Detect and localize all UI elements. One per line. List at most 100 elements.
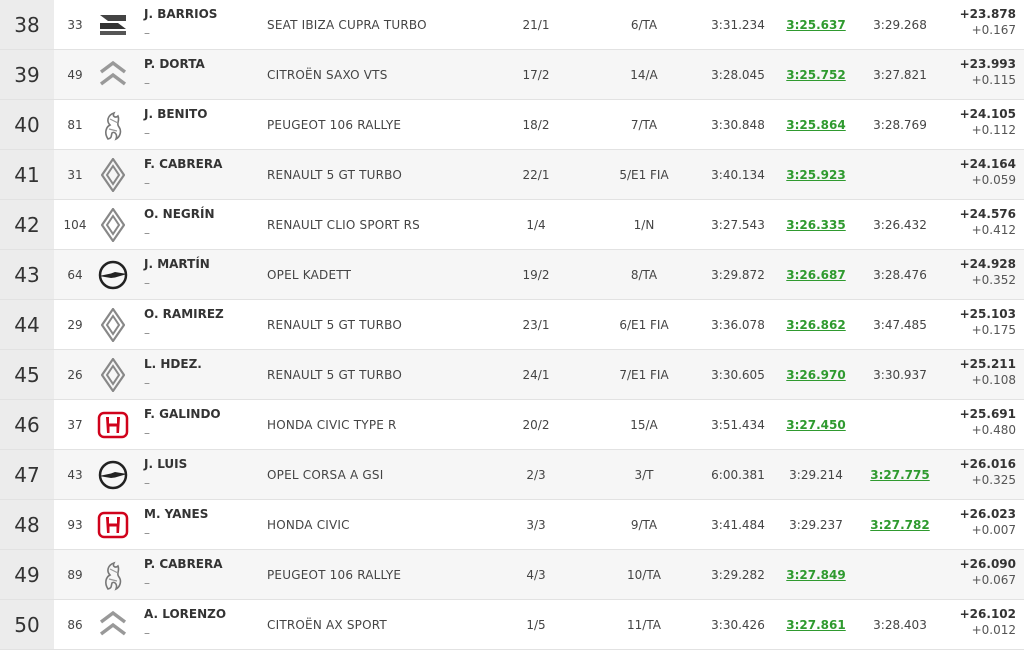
codriver-name: –: [144, 626, 150, 640]
class-position: 15/A: [630, 417, 658, 432]
car-model: RENAULT 5 GT TURBO: [267, 367, 403, 382]
car-model: RENAULT CLIO SPORT RS: [267, 217, 420, 232]
time-pass-3: 3:27.775: [870, 467, 930, 482]
citroen-logo-icon: [96, 608, 130, 642]
car-model: CITROËN SAXO VTS: [267, 67, 388, 82]
result-row[interactable]: 49 89 P. CABRERA – PEUGEOT 106 RALLYE 4/3 10/T…: [0, 550, 1024, 600]
gap-block: +25.103 +0.175: [960, 306, 1016, 338]
driver-name[interactable]: P. CABRERA: [144, 557, 223, 571]
time-pass-1: 3:29.282: [711, 567, 765, 582]
result-row[interactable]: 39 49 P. DORTA – CITROËN SAXO VTS 17/2 14/A 3:2…: [0, 50, 1024, 100]
driver-name[interactable]: M. YANES: [144, 507, 208, 521]
gap-to-leader: +25.691: [959, 407, 1016, 421]
result-row[interactable]: 48 93 M. YANES – HONDA CIVIC 3/3 9/TA 3:41.484 3…: [0, 500, 1024, 550]
time-pass-3: 3:27.821: [873, 67, 927, 82]
overall-position: 3/3: [526, 517, 546, 532]
class-position: 11/TA: [627, 617, 661, 632]
result-row[interactable]: 40 81 J. BENITO – PEUGEOT 106 RALLYE 18/2 7/TA…: [0, 100, 1024, 150]
time-pass-3: 3:28.476: [873, 267, 927, 282]
class-position: 9/TA: [630, 517, 658, 532]
overall-position: 24/1: [522, 367, 550, 382]
car-model: PEUGEOT 106 RALLYE: [267, 117, 402, 132]
time-pass-2: 3:29.214: [789, 467, 843, 482]
class-position: 6/E1 FIA: [619, 317, 669, 332]
class-position: 7/TA: [630, 117, 658, 132]
overall-position: 17/2: [522, 67, 550, 82]
overall-position: 1/5: [526, 617, 546, 632]
time-pass-3: 3:27.782: [870, 517, 930, 532]
driver-name[interactable]: L. HDEZ.: [144, 357, 202, 371]
gap-block: +25.691 +0.480: [960, 406, 1016, 438]
peugeot-logo-icon: [96, 558, 130, 592]
overall-position: 23/1: [522, 317, 550, 332]
car-model: HONDA CIVIC: [267, 517, 350, 532]
result-row[interactable]: 41 31 F. CABRERA – RENAULT 5 GT TURBO 22/1 5/E…: [0, 150, 1024, 200]
driver-name[interactable]: F. GALINDO: [144, 407, 221, 421]
renault-logo-icon: [96, 208, 130, 242]
gap-to-previous: +0.115: [971, 73, 1016, 87]
overall-position: 22/1: [522, 167, 550, 182]
gap-to-leader: +26.090: [959, 557, 1016, 571]
time-pass-2: 3:26.862: [786, 317, 846, 332]
time-pass-1: 3:30.848: [711, 117, 765, 132]
result-row[interactable]: 47 43 J. LUIS – OPEL CORSA A GSI 2/3 3/T 6:00.3…: [0, 450, 1024, 500]
driver-name[interactable]: J. BENITO: [144, 107, 207, 121]
class-position: 8/TA: [630, 267, 658, 282]
codriver-name: –: [144, 576, 150, 590]
gap-block: +24.105 +0.112: [960, 106, 1016, 138]
citroen-logo-icon: [96, 58, 130, 92]
car-number: 49: [67, 67, 83, 82]
driver-name[interactable]: A. LORENZO: [144, 607, 226, 621]
time-pass-2: 3:25.864: [786, 117, 846, 132]
time-pass-1: 3:29.872: [711, 267, 765, 282]
position: 44: [0, 300, 54, 349]
time-pass-2: 3:25.923: [786, 167, 846, 182]
driver-name[interactable]: F. CABRERA: [144, 157, 222, 171]
driver-name[interactable]: O. NEGRÍN: [144, 207, 215, 221]
gap-to-leader: +24.105: [959, 107, 1016, 121]
overall-position: 21/1: [522, 17, 550, 32]
car-number: 81: [67, 117, 83, 132]
time-pass-1: 3:30.605: [711, 367, 765, 382]
time-pass-2: 3:27.849: [786, 567, 846, 582]
time-pass-1: 3:31.234: [711, 17, 765, 32]
honda-logo-icon: [96, 508, 130, 542]
gap-to-previous: +0.112: [971, 123, 1016, 137]
time-pass-1: 3:40.134: [711, 167, 765, 182]
result-row[interactable]: 50 86 A. LORENZO – CITROËN AX SPORT 1/5 11/TA 3…: [0, 600, 1024, 650]
class-position: 3/T: [634, 467, 654, 482]
gap-block: +23.993 +0.115: [960, 56, 1016, 88]
driver-name[interactable]: J. MARTÍN: [144, 257, 210, 271]
position: 45: [0, 350, 54, 399]
class-position: 6/TA: [630, 17, 658, 32]
result-row[interactable]: 43 64 J. MARTÍN – OPEL KADETT 19/2 8/TA 3:29.87…: [0, 250, 1024, 300]
gap-to-leader: +23.993: [959, 57, 1016, 71]
gap-to-previous: +0.108: [971, 373, 1016, 387]
codriver-name: –: [144, 76, 150, 90]
driver-name[interactable]: P. DORTA: [144, 57, 205, 71]
driver-name[interactable]: J. BARRIOS: [144, 7, 217, 21]
result-row[interactable]: 46 37 F. GALINDO – HONDA CIVIC TYPE R 20/2 15/…: [0, 400, 1024, 450]
result-row[interactable]: 42 104 O. NEGRÍN – RENAULT CLIO SPORT RS 1/4 1…: [0, 200, 1024, 250]
codriver-name: –: [144, 276, 150, 290]
gap-to-previous: +0.175: [971, 323, 1016, 337]
result-row[interactable]: 45 26 L. HDEZ. – RENAULT 5 GT TURBO 24/1 7/E1 …: [0, 350, 1024, 400]
result-row[interactable]: 44 29 O. RAMIREZ – RENAULT 5 GT TURBO 23/1 6/E…: [0, 300, 1024, 350]
result-row[interactable]: 38 33 J. BARRIOS – SEAT IBIZA CUPRA TURBO 21/…: [0, 0, 1024, 50]
codriver-name: –: [144, 426, 150, 440]
overall-position: 19/2: [522, 267, 550, 282]
gap-to-previous: +0.352: [971, 273, 1016, 287]
time-pass-2: 3:26.335: [786, 217, 846, 232]
gap-to-leader: +26.102: [959, 607, 1016, 621]
position: 42: [0, 200, 54, 249]
gap-to-previous: +0.412: [971, 223, 1016, 237]
overall-position: 1/4: [526, 217, 546, 232]
car-number: 43: [67, 467, 83, 482]
time-pass-2: 3:27.861: [786, 617, 846, 632]
gap-to-previous: +0.325: [971, 473, 1016, 487]
position: 49: [0, 550, 54, 599]
driver-name[interactable]: J. LUIS: [144, 457, 187, 471]
position: 39: [0, 50, 54, 99]
driver-name[interactable]: O. RAMIREZ: [144, 307, 224, 321]
car-number: 89: [67, 567, 83, 582]
